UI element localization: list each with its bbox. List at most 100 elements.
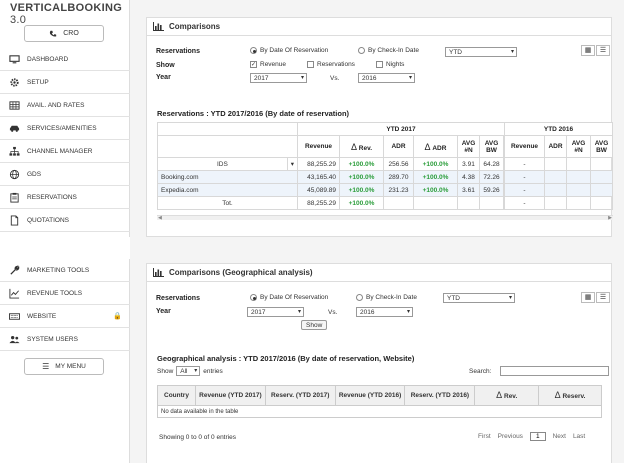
logo-text-version: 3.0 [10,14,27,26]
cell-empty [590,157,613,171]
col-label: Rev. [504,392,518,400]
radio-by-date[interactable]: By Date Of Reservation [250,47,328,54]
col-avg-bw-2016[interactable]: AVG BW [590,135,613,158]
cell-empty [590,170,613,184]
nav-item-services[interactable]: SERVICES/AMENITIES [0,117,130,140]
delta-symbol: Δ [424,141,431,152]
pager-last[interactable]: Last [573,433,585,440]
col-reserv-2016[interactable]: Reserv. (YTD 2016) [404,385,476,406]
col-adr-2016[interactable]: ADR [544,135,567,158]
list-view-icon[interactable]: ☰ [596,45,610,56]
col-delta-rev[interactable]: Δ Rev. [474,385,540,406]
show-label: Show [156,62,175,69]
col-adr[interactable]: ADR [383,135,414,158]
cell-avg-bw: 72.26 [479,170,504,184]
chk-nights[interactable]: Nights [376,61,404,68]
col-revenue-2017[interactable]: Revenue (YTD 2017) [194,385,266,406]
col-reserv-2017[interactable]: Reserv. (YTD 2017) [264,385,336,406]
nav-item-revenue-tools[interactable]: REVENUE TOOLS [0,282,130,305]
col-avg-bw[interactable]: AVG BW [479,135,504,158]
year-a-select[interactable]: 2017 [247,307,304,317]
nav-item-reservations[interactable]: RESERVATIONS [0,186,130,209]
phone-icon [50,30,57,37]
chk-reservations[interactable]: Reservations [307,61,355,68]
chk-revenue[interactable]: ✓ Revenue [250,61,286,68]
pager-next[interactable]: Next [553,433,566,440]
list-view-icon[interactable]: ☰ [596,292,610,303]
section-title: Reservations : YTD 2017/2016 (By date of… [157,109,350,118]
radio-by-checkin[interactable]: By Check-In Date [358,47,419,54]
vs-label: Vs. [328,309,338,316]
nav-item-quotations[interactable]: QUOTATIONS [0,209,130,232]
col-revenue-2016[interactable]: Revenue [504,135,545,158]
year-b-select[interactable]: 2016 [358,73,415,83]
geo-comparisons-panel: Comparisons (Geographical analysis) Rese… [146,263,612,463]
radio-by-checkin[interactable]: By Check-In Date [356,294,417,301]
pager-current[interactable]: 1 [529,432,546,441]
row-name[interactable]: IDS [157,157,288,171]
radio-by-date[interactable]: By Date Of Reservation [250,294,328,301]
col-delta-adr[interactable]: Δ ADR [413,135,458,158]
entries-select[interactable]: All [176,366,201,376]
nav-item-website[interactable]: WEBSITE 🔒 [0,305,130,328]
radio-selected[interactable] [250,294,257,301]
app-logo[interactable]: VERTICALBOOKING 3.0 [10,2,129,26]
checkbox-checked[interactable]: ✓ [250,61,257,68]
checkbox-unchecked[interactable] [307,61,314,68]
cell-revenue-2016: - [504,170,545,184]
panel-header: Comparisons [147,18,611,36]
cell-revenue: 45,089.89 [297,183,340,197]
year-b-select[interactable]: 2016 [356,307,413,317]
period-select[interactable]: YTD [445,47,517,57]
scroll-left-icon[interactable]: ◀ [158,215,162,221]
pager-previous[interactable]: Previous [498,433,523,440]
col-revenue-2016[interactable]: Revenue (YTD 2016) [334,385,406,406]
radio-label: By Date Of Reservation [260,47,329,54]
cro-button[interactable]: CRO [24,25,104,42]
nav-item-marketing-tools[interactable]: MARKETING TOOLS [0,259,130,282]
checkbox-unchecked[interactable] [376,61,383,68]
bar-chart-icon [153,22,164,31]
nav-item-setup[interactable]: SETUP [0,71,130,94]
nav-label: WEBSITE [27,312,57,320]
col-country[interactable]: Country [157,385,196,406]
scroll-right-icon[interactable]: ▶ [608,215,612,221]
col-avg-n-2016[interactable]: AVG #N [566,135,591,158]
nav-label: REVENUE TOOLS [27,289,83,297]
col-delta-rev[interactable]: Δ Rev. [339,135,384,158]
col-revenue[interactable]: Revenue [297,135,340,158]
radio-selected[interactable] [250,47,257,54]
nav-item-channel-manager[interactable]: CHANNEL MANAGER [0,140,130,163]
cell-empty [566,183,591,197]
nav-item-gds[interactable]: GDS [0,163,130,186]
col-avg-n[interactable]: AVG #N [457,135,480,158]
nav-item-avail-rates[interactable]: AVAIL. AND RATES [0,94,130,117]
search-label: Search: [469,368,492,375]
cell-revenue: 88,255.29 [297,157,340,171]
radio-unselected[interactable] [356,294,363,301]
cell-empty [566,170,591,184]
period-select[interactable]: YTD [443,293,515,303]
checkbox-label: Revenue [260,61,287,68]
expand-caret-icon[interactable]: ▾ [286,157,299,171]
row-label-header [157,135,298,158]
table-info: Showing 0 to 0 of 0 entries [159,434,236,441]
row-name: Booking.com [157,170,298,184]
my-menu-button[interactable]: ☰ MY MENU [24,358,104,375]
col-delta-reserv[interactable]: Δ Reserv. [538,385,602,406]
year-a-select[interactable]: 2017 [250,73,307,83]
show-button[interactable]: Show [301,320,328,330]
table-view-icon[interactable]: ▦ [581,45,595,56]
panel-title: Comparisons [169,22,221,31]
pagination: First Previous 1 Next Last [478,432,585,441]
horizontal-scrollbar[interactable]: ◀ ▶ [157,215,613,221]
search-input[interactable] [500,366,609,376]
radio-label: By Date Of Reservation [260,294,329,301]
table-view-icon[interactable]: ▦ [581,292,595,303]
cell-empty [457,196,480,210]
radio-unselected[interactable] [358,47,365,54]
pager-first[interactable]: First [478,433,491,440]
nav-item-dashboard[interactable]: DASHBOARD [0,48,130,71]
nav-item-system-users[interactable]: SYSTEM USERS [0,328,130,351]
vs-label: Vs. [330,75,340,82]
